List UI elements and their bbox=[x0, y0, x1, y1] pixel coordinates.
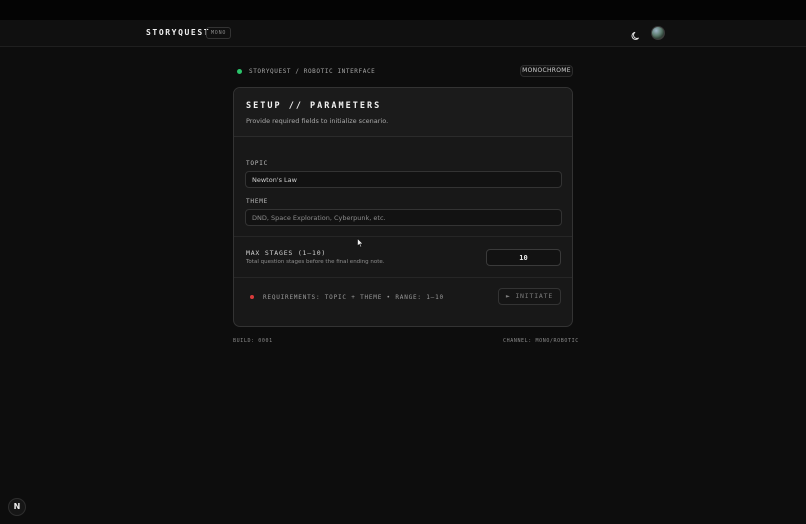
user-avatar[interactable] bbox=[651, 26, 665, 40]
setup-card: SETUP // PARAMETERS Provide required fie… bbox=[233, 87, 573, 327]
topic-input[interactable] bbox=[245, 171, 562, 188]
breadcrumb: STORYQUEST / ROBOTIC INTERFACE bbox=[237, 67, 375, 76]
card-title: SETUP // PARAMETERS bbox=[246, 101, 382, 111]
navbar: STORYQUEST MONO bbox=[0, 20, 806, 47]
monochrome-badge: MONOCHROME bbox=[520, 65, 573, 77]
brand-mode-badge: MONO bbox=[206, 27, 232, 39]
divider bbox=[234, 236, 572, 237]
status-dot bbox=[237, 69, 242, 74]
brand-logo[interactable]: STORYQUEST bbox=[146, 28, 210, 37]
divider bbox=[234, 277, 572, 278]
requirements-text: REQUIREMENTS: TOPIC + THEME • RANGE: 1–1… bbox=[263, 294, 444, 301]
initiate-button[interactable]: ► INITIATE bbox=[498, 288, 561, 305]
moon-icon bbox=[631, 31, 639, 40]
build-label: BUILD: 0001 bbox=[233, 338, 273, 344]
theme-input[interactable] bbox=[245, 209, 562, 226]
theme-label: THEME bbox=[246, 198, 269, 205]
top-strip bbox=[0, 0, 806, 20]
max-stages-label: MAX STAGES (1–10) bbox=[246, 249, 327, 257]
mouse-cursor-icon bbox=[357, 238, 364, 248]
max-stages-help: Total question stages before the final e… bbox=[246, 259, 385, 265]
topic-label: TOPIC bbox=[246, 160, 269, 167]
dev-tools-badge[interactable]: N bbox=[8, 498, 26, 516]
theme-toggle-button[interactable] bbox=[630, 27, 643, 40]
requirements-status-dot bbox=[250, 295, 254, 299]
card-subtitle: Provide required fields to initialize sc… bbox=[246, 117, 389, 125]
max-stages-input[interactable] bbox=[486, 249, 561, 266]
channel-label: CHANNEL: MONO/ROBOTIC bbox=[503, 338, 579, 344]
card-header: SETUP // PARAMETERS Provide required fie… bbox=[234, 88, 572, 137]
breadcrumb-text: STORYQUEST / ROBOTIC INTERFACE bbox=[249, 68, 376, 75]
